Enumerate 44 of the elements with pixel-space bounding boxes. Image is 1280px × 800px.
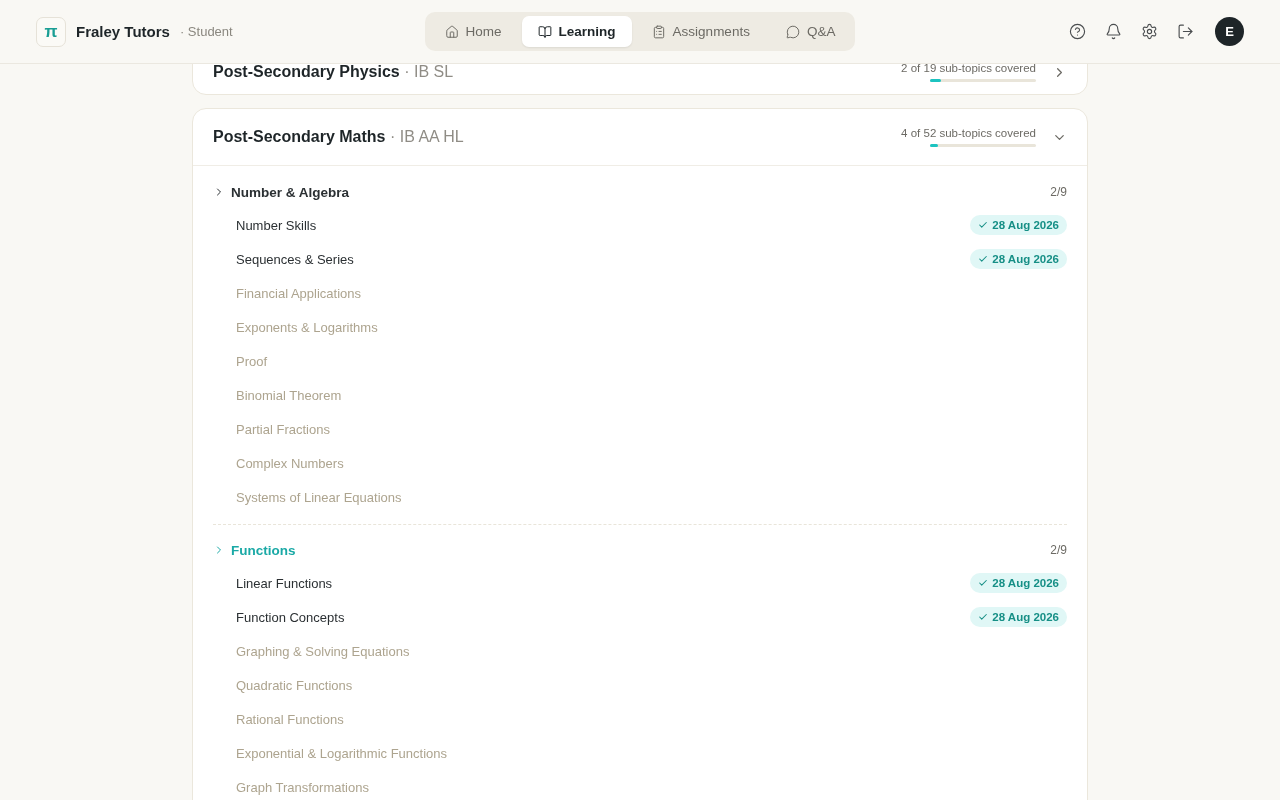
nav-tab[interactable]: Learning: [521, 16, 632, 47]
subtopic-name: Sequences & Series: [236, 251, 354, 267]
notifications-button[interactable]: [1105, 23, 1122, 40]
course-title: Post-Secondary Maths · IB AA HL: [213, 128, 464, 146]
subtopic-name: Graph Transformations: [236, 779, 369, 795]
book-icon: [537, 24, 552, 39]
completed-date-badge: 28 Aug 2026: [970, 607, 1067, 627]
settings-button[interactable]: [1141, 23, 1158, 40]
help-button[interactable]: [1069, 23, 1086, 40]
nav-tab[interactable]: Q&A: [769, 16, 852, 47]
subtopic-name: Linear Functions: [236, 575, 333, 591]
role-label: · Student: [179, 24, 233, 39]
coverage-label: 2 of 19 sub-topics covered: [901, 62, 1036, 74]
subtopic-name: Function Concepts: [236, 609, 345, 625]
topic-group-toggle[interactable]: Functions: [213, 542, 296, 558]
course-title: Post-Secondary Physics · IB SL: [213, 63, 454, 81]
subtopic-name: Quadratic Functions: [236, 677, 353, 693]
group-count: 2/9: [1050, 185, 1067, 199]
logo: π: [36, 16, 66, 47]
coverage-label: 4 of 52 sub-topics covered: [901, 127, 1036, 139]
subtopic-name: Binomial Theorem: [236, 387, 342, 403]
chat-bubble-icon: [785, 24, 800, 39]
clipboard-icon: [651, 24, 666, 39]
subtopic-name: Systems of Linear Equations: [236, 489, 402, 505]
completed-date-badge: 28 Aug 2026: [970, 573, 1067, 593]
subtopic-name: Proof: [236, 353, 268, 369]
nav-tab[interactable]: Assignments: [635, 16, 766, 47]
subtopic-name: Partial Fractions: [236, 421, 330, 437]
subtopic-name: Financial Applications: [236, 285, 362, 301]
nav-tab[interactable]: Home: [428, 16, 518, 47]
home-icon: [444, 24, 459, 39]
logout-button[interactable]: [1177, 23, 1194, 40]
group-count: 2/9: [1050, 543, 1067, 557]
topic-group-toggle[interactable]: Number & Algebra: [213, 184, 350, 200]
subtopic-name: Rational Functions: [236, 711, 344, 727]
subtopic-name: Exponents & Logarithms: [236, 319, 378, 335]
brand-name: Fraley Tutors: [76, 23, 170, 40]
completed-date-badge: 28 Aug 2026: [970, 249, 1067, 269]
avatar[interactable]: E: [1215, 17, 1244, 46]
subtopic-name: Number Skills: [236, 217, 317, 233]
subtopic-name: Graphing & Solving Equations: [236, 643, 410, 659]
subtopic-name: Complex Numbers: [236, 455, 344, 471]
subtopic-name: Exponential & Logarithmic Functions: [236, 745, 447, 761]
completed-date-badge: 28 Aug 2026: [970, 215, 1067, 235]
